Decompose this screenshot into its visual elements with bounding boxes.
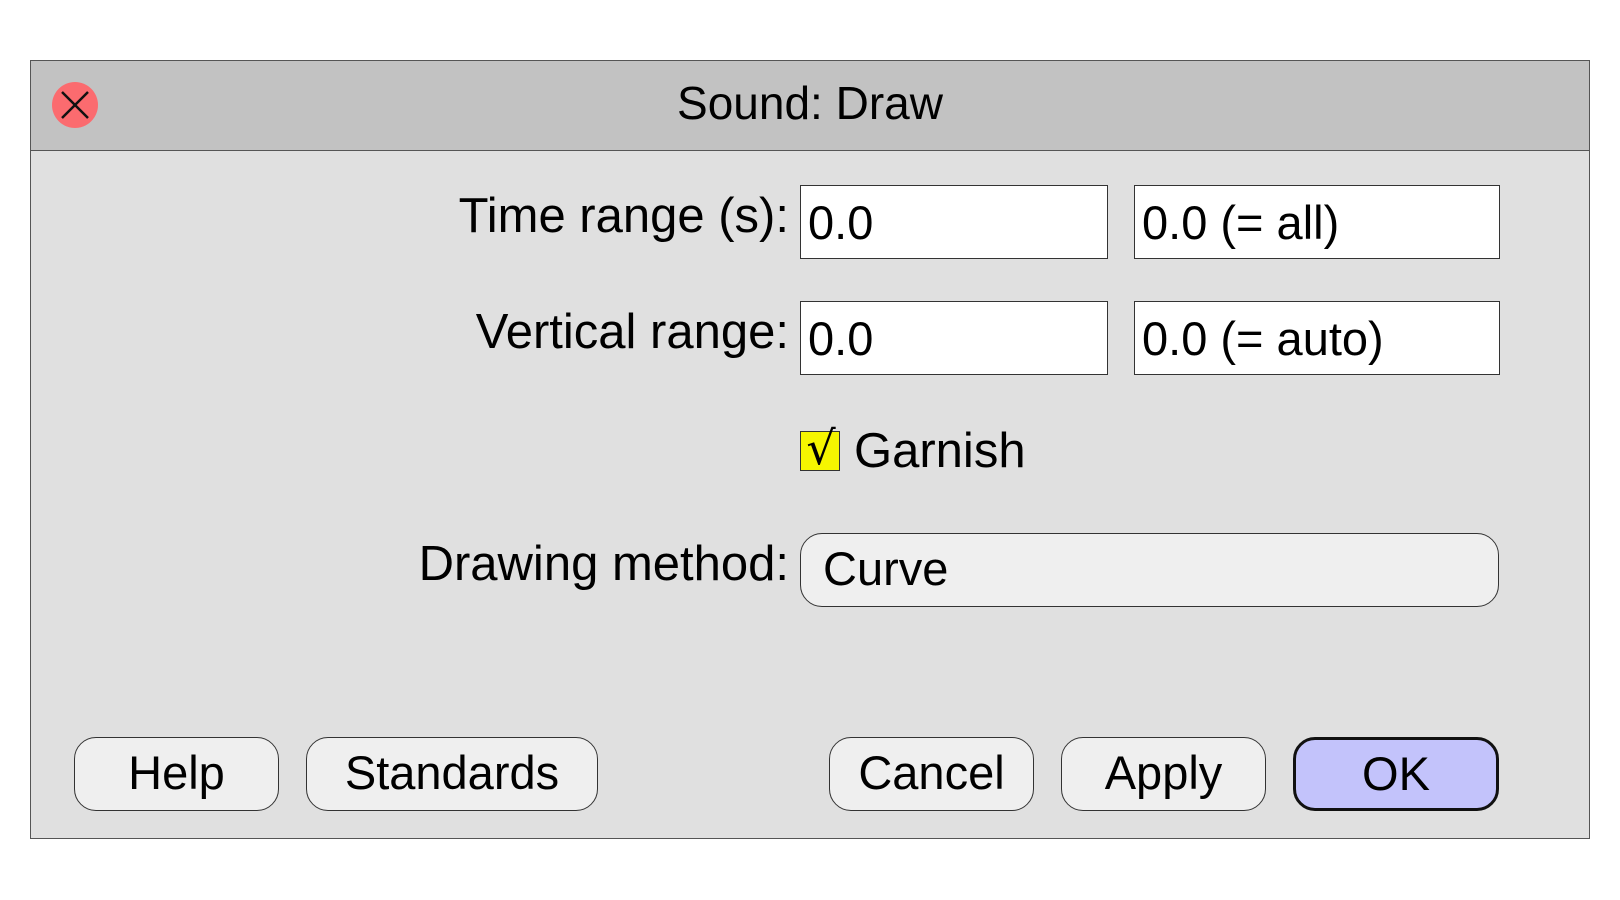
ok-button[interactable]: OK: [1293, 737, 1499, 811]
garnish-checkbox-row[interactable]: √ Garnish: [800, 421, 1026, 481]
drawing-method-menu[interactable]: Curve: [800, 533, 1499, 607]
garnish-checkbox[interactable]: √: [800, 421, 840, 475]
time-range-to-field[interactable]: [1134, 185, 1500, 259]
cancel-button[interactable]: Cancel: [829, 737, 1034, 811]
garnish-label[interactable]: Garnish: [854, 421, 1026, 481]
vertical-range-label: Vertical range:: [475, 305, 789, 359]
window-title: Sound: Draw: [677, 77, 943, 129]
apply-button[interactable]: Apply: [1061, 737, 1266, 811]
time-range-from-field[interactable]: [800, 185, 1108, 259]
title-bar: Sound: Draw: [31, 61, 1589, 151]
standards-button[interactable]: Standards: [306, 737, 598, 811]
time-range-label: Time range (s):: [458, 189, 789, 243]
vertical-range-from-field[interactable]: [800, 301, 1108, 375]
checkmark-icon: √: [806, 421, 836, 475]
sound-draw-dialog: Sound: Draw Time range (s): Vertical ran…: [30, 60, 1590, 839]
vertical-range-to-field[interactable]: [1134, 301, 1500, 375]
drawing-method-label: Drawing method:: [418, 537, 789, 591]
help-button[interactable]: Help: [74, 737, 279, 811]
drawing-method-selected: Curve: [823, 542, 949, 595]
